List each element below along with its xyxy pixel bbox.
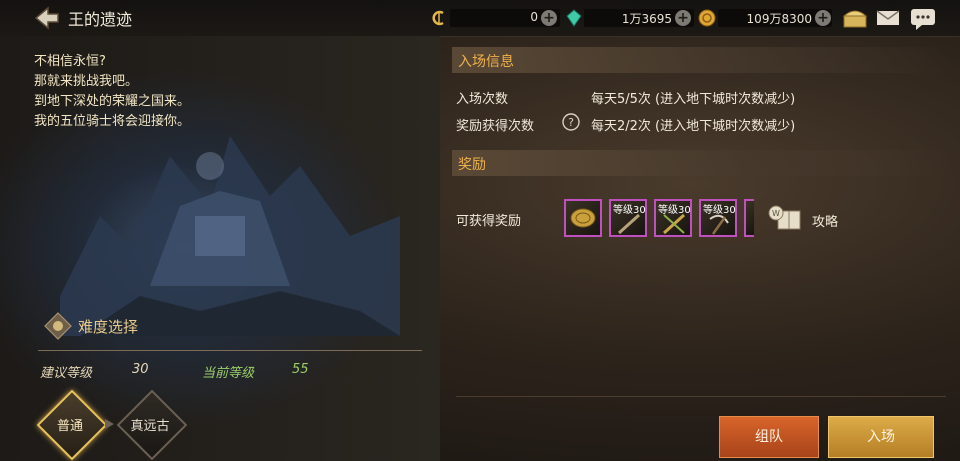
difficulty-emblem-icon xyxy=(44,312,72,340)
c-currency-icon xyxy=(432,10,444,26)
currency-gem-value: 1万3695 xyxy=(621,12,672,26)
svg-text:?: ? xyxy=(568,116,574,129)
add-gold-button[interactable]: + xyxy=(815,10,831,26)
reward-item[interactable]: 等级30 xyxy=(654,199,692,237)
treasure-chest-icon[interactable] xyxy=(842,8,868,28)
gold-medal-icon xyxy=(570,208,596,228)
currency-gold-value: 109万8300 xyxy=(746,12,812,26)
reward-count-value: 每天2/2次 (进入地下城时次数减少) xyxy=(591,119,796,134)
weapon-icon xyxy=(617,213,641,235)
difficulty-ancient-label: 真远古 xyxy=(130,419,170,434)
current-level-label: 当前等级 xyxy=(202,366,255,381)
dungeon-description: 不相信永恒? 那就来挑战我吧。 到地下深处的荣耀之国来。 我的五位骑士将会迎接你… xyxy=(34,52,190,132)
top-bar: 王的遗迹 0 + 1万3695 + 109万8300 + xyxy=(0,0,960,37)
description-line: 不相信永恒? xyxy=(34,54,106,69)
recommended-level-value: 30 xyxy=(132,362,149,377)
reward-item[interactable] xyxy=(564,199,602,237)
description-line: 到地下深处的荣耀之国来。 xyxy=(34,94,191,109)
bottom-divider xyxy=(456,396,946,397)
entry-info-title: 入场信息 xyxy=(458,54,514,70)
arrow-right-icon xyxy=(105,419,114,429)
scythe-icon xyxy=(709,214,729,235)
gold-coin-icon xyxy=(698,9,716,27)
dungeon-illustration xyxy=(60,136,400,336)
svg-text:W: W xyxy=(772,209,780,218)
current-level-value: 55 xyxy=(292,362,309,377)
recommended-level-label: 建议等级 xyxy=(40,366,93,381)
entry-count-label: 入场次数 xyxy=(456,92,509,107)
chat-icon[interactable] xyxy=(910,8,936,30)
enter-button[interactable]: 入场 xyxy=(828,416,934,458)
reward-item[interactable]: 等级30 xyxy=(699,199,737,237)
mail-icon[interactable] xyxy=(876,10,900,26)
reward-count-label: 奖励获得次数 xyxy=(456,119,535,134)
guide-label[interactable]: 攻略 xyxy=(812,211,838,230)
add-gem-button[interactable]: + xyxy=(675,10,691,26)
difficulty-title: 难度选择 xyxy=(78,318,139,336)
guide-book-icon[interactable]: W xyxy=(768,205,804,233)
rewards-header: 奖励 xyxy=(452,150,950,176)
reward-item-partial[interactable] xyxy=(744,199,754,237)
help-icon[interactable]: ? xyxy=(562,113,580,131)
rewards-title: 奖励 xyxy=(458,157,486,173)
difficulty-divider xyxy=(38,350,422,351)
gem-icon xyxy=(566,9,582,27)
page-title: 王的遗迹 xyxy=(68,10,133,29)
back-arrow-icon[interactable] xyxy=(30,4,62,32)
currency-c-value: 0 xyxy=(530,10,538,24)
add-c-currency-button[interactable]: + xyxy=(541,10,557,26)
entry-info-header: 入场信息 xyxy=(452,47,950,73)
difficulty-normal-label: 普通 xyxy=(56,419,83,434)
crossed-weapons-icon xyxy=(662,213,686,235)
party-button[interactable]: 组队 xyxy=(719,416,819,458)
description-line: 我的五位骑士将会迎接你。 xyxy=(34,114,191,129)
entry-count-value: 每天5/5次 (进入地下城时次数减少) xyxy=(591,92,796,107)
available-rewards-label: 可获得奖励 xyxy=(456,214,522,229)
reward-item[interactable]: 等级30 xyxy=(609,199,647,237)
description-line: 那就来挑战我吧。 xyxy=(34,74,139,89)
